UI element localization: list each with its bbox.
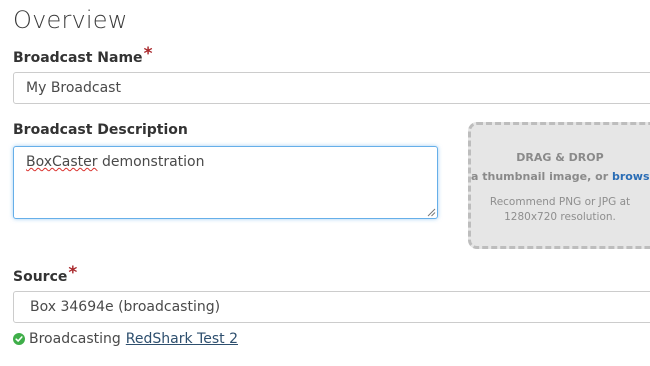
- required-marker: *: [68, 263, 78, 283]
- dropzone-hint-line-1: Recommend PNG or JPG at: [489, 196, 631, 208]
- dropzone-hint-line-2: 1280x720 resolution.: [504, 211, 616, 223]
- source-label-text: Source: [13, 269, 68, 285]
- required-marker: *: [143, 44, 153, 64]
- dropzone-subtitle: a thumbnail image, or browse: [471, 170, 650, 183]
- broadcast-name-input[interactable]: My Broadcast: [13, 72, 650, 104]
- check-circle-icon: [13, 333, 25, 345]
- broadcast-name-label-text: Broadcast Name: [13, 50, 143, 66]
- broadcast-link[interactable]: RedShark Test 2: [126, 331, 238, 347]
- overview-page: Overview Broadcast Name* My Broadcast Br…: [0, 0, 650, 366]
- dropzone-title: DRAG & DROP: [516, 151, 604, 164]
- broadcast-description-textarea[interactable]: BoxCaster demonstration: [13, 146, 438, 219]
- dropzone-subtitle-text: a thumbnail image, or: [471, 170, 612, 183]
- broadcast-name-value: My Broadcast: [26, 80, 121, 96]
- page-title: Overview: [13, 6, 128, 34]
- source-select[interactable]: Box 34694e (broadcasting): [13, 291, 650, 323]
- broadcast-description-label: Broadcast Description: [13, 122, 188, 138]
- source-label: Source*: [13, 263, 78, 286]
- resize-grip-icon[interactable]: [427, 208, 436, 217]
- thumbnail-dropzone[interactable]: DRAG & DROP a thumbnail image, or browse…: [468, 122, 650, 249]
- description-text: demonstration: [97, 154, 205, 170]
- dropzone-hint: Recommend PNG or JPG at 1280x720 resolut…: [471, 195, 649, 225]
- status-text: Broadcasting: [29, 331, 121, 347]
- broadcast-status: Broadcasting RedShark Test 2: [13, 331, 238, 347]
- browse-link[interactable]: browse: [612, 170, 650, 183]
- broadcast-name-label: Broadcast Name*: [13, 44, 153, 67]
- source-value: Box 34694e (broadcasting): [30, 299, 221, 315]
- misspelled-word: BoxCaster: [26, 154, 98, 170]
